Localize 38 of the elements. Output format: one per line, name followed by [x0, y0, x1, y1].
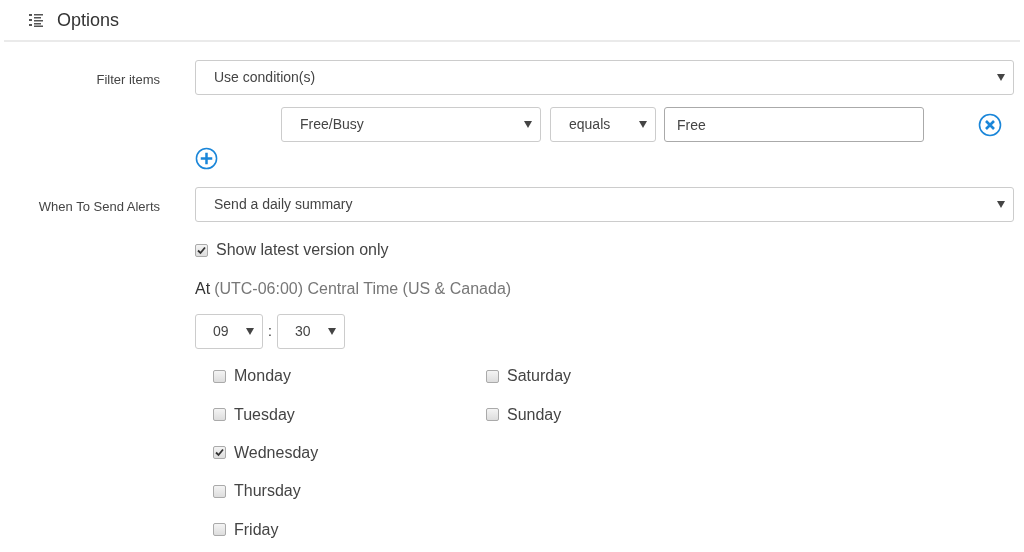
panel-title: Options	[57, 8, 120, 32]
at-label: At	[195, 279, 211, 299]
caret-icon	[524, 121, 532, 128]
caret-icon	[639, 121, 647, 128]
schedule-select[interactable]: Send a daily summary	[195, 187, 1014, 222]
field-select[interactable]: Free/Busy	[281, 107, 541, 142]
list-icon	[29, 13, 43, 27]
value-field[interactable]: Free	[664, 107, 924, 142]
add-icon[interactable]	[195, 147, 218, 170]
timezone-text: (UTC-06:00) Central Time (US & Canada)	[214, 279, 512, 299]
checkbox[interactable]	[195, 243, 208, 257]
hour-select[interactable]: 09	[195, 314, 263, 349]
day-label: Monday	[234, 366, 291, 387]
remove-icon[interactable]	[978, 112, 1002, 137]
caret-icon	[997, 201, 1005, 208]
day-label: Saturday	[507, 366, 572, 387]
minute-select[interactable]: 30	[276, 314, 345, 349]
day-label: Tuesday	[234, 404, 295, 425]
checkbox-label: Show latest version only	[216, 240, 389, 260]
checkbox[interactable]	[213, 523, 226, 537]
checkbox[interactable]	[213, 408, 226, 422]
day-label: Sunday	[507, 404, 562, 425]
day-label: Thursday	[234, 481, 301, 502]
day-label: Friday	[234, 519, 279, 540]
filter-select[interactable]: Use condition(s)	[195, 60, 1014, 95]
caret-icon	[997, 74, 1005, 81]
field-label: When To Send Alerts	[37, 198, 160, 216]
time-separator: :	[268, 322, 272, 341]
checkbox[interactable]	[486, 369, 499, 383]
checkbox[interactable]	[213, 369, 226, 383]
checkbox[interactable]	[213, 446, 226, 460]
caret-icon	[327, 328, 336, 335]
operator-select[interactable]: equals	[550, 107, 656, 142]
checkbox[interactable]	[486, 408, 499, 422]
field-label: Filter items	[95, 71, 160, 89]
checkbox[interactable]	[213, 484, 226, 498]
caret-icon	[246, 328, 254, 335]
day-label: Wednesday	[234, 442, 319, 463]
